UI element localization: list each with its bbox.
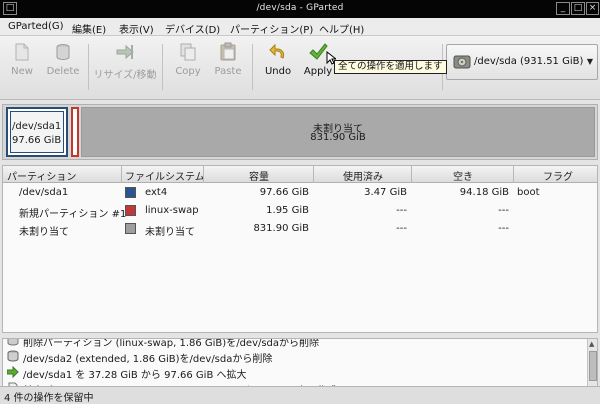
resize-icon xyxy=(7,366,19,378)
menubar: GParted(G) 編集(E) 表示(V) デバイス(D) パーティション(P… xyxy=(0,18,600,36)
resize-label: リサイズ/移動 xyxy=(93,70,157,81)
minimize-button[interactable]: _ xyxy=(556,2,570,15)
cell-unused: 94.18 GiB xyxy=(459,187,509,198)
cell-filesystem: ext4 xyxy=(145,187,168,198)
partition-table: パーティション ファイルシステム 容量 使用済み 空き フラグ /dev/sda… xyxy=(2,165,598,333)
table-row[interactable]: 未割り当て 未割り当て 831.90 GiB --- --- xyxy=(3,220,597,238)
header-used[interactable]: 使用済み xyxy=(343,168,383,183)
operation-text: /dev/sda2 (extended, 1.86 GiB)を/dev/sdaか… xyxy=(23,354,273,365)
header-divider xyxy=(121,166,122,183)
device-selector[interactable]: /dev/sda (931.51 GiB) ▼ xyxy=(446,44,598,80)
menu-partition[interactable]: パーティション(P) xyxy=(230,21,313,36)
menu-device[interactable]: デバイス(D) xyxy=(165,21,220,36)
cell-flags: boot xyxy=(517,187,540,198)
toolbar-separator xyxy=(252,44,253,90)
resize-move-button[interactable]: リサイズ/移動 xyxy=(92,38,158,98)
harddisk-icon xyxy=(453,55,471,69)
cell-used: --- xyxy=(396,223,407,234)
cell-size: 1.95 GiB xyxy=(266,205,309,216)
copy-icon xyxy=(180,43,196,61)
menu-help[interactable]: ヘルプ(H) xyxy=(319,21,364,36)
menu-view[interactable]: 表示(V) xyxy=(119,21,154,36)
maximize-button[interactable]: □ xyxy=(571,2,585,15)
new-button[interactable]: New xyxy=(4,38,40,98)
table-row[interactable]: /dev/sda1 ext4 97.66 GiB 3.47 GiB 94.18 … xyxy=(3,184,597,202)
apply-button[interactable]: Apply xyxy=(298,38,338,98)
filesystem-color-swatch xyxy=(125,205,136,216)
toolbar-separator xyxy=(88,44,89,90)
table-row[interactable]: 新規パーティション #1 linux-swap 1.95 GiB --- --- xyxy=(3,202,597,220)
graph-partition-swap[interactable] xyxy=(71,107,79,157)
delete-icon xyxy=(56,44,70,61)
cell-used: 3.47 GiB xyxy=(364,187,407,198)
menu-gparted[interactable]: GParted(G) xyxy=(8,21,64,32)
header-divider xyxy=(203,166,204,183)
header-unused[interactable]: 空き xyxy=(453,168,473,183)
cell-used: --- xyxy=(396,205,407,216)
new-label: New xyxy=(11,66,33,77)
cell-size: 97.66 GiB xyxy=(259,187,309,198)
filesystem-color-swatch xyxy=(125,223,136,234)
pending-operations-status: 4 件の操作を保留中 xyxy=(4,393,94,404)
delete-icon xyxy=(7,350,19,362)
close-button[interactable]: × xyxy=(586,2,599,15)
gparted-window: GParted(G) 編集(E) 表示(V) デバイス(D) パーティション(P… xyxy=(0,18,600,404)
scrollbar-thumb[interactable] xyxy=(589,351,597,381)
header-filesystem[interactable]: ファイルシステム xyxy=(125,168,205,183)
graph-unallocated-size: 831.90 GiB xyxy=(310,132,366,143)
status-bar: 4 件の操作を保留中 xyxy=(0,386,600,404)
header-divider xyxy=(411,166,412,183)
device-label: /dev/sda (931.51 GiB) xyxy=(474,56,584,67)
checkmark-icon xyxy=(309,43,328,60)
header-flags[interactable]: フラグ xyxy=(543,168,573,183)
toolbar-separator xyxy=(162,44,163,90)
filesystem-color-swatch xyxy=(125,187,136,198)
header-partition[interactable]: パーティション xyxy=(7,168,76,183)
delete-button[interactable]: Delete xyxy=(43,38,83,98)
operation-text: 削除パーティション (linux-swap, 1.86 GiB)を/dev/sd… xyxy=(23,338,320,349)
cell-filesystem: linux-swap xyxy=(145,205,199,216)
graph-sda1-size: 97.66 GiB xyxy=(12,135,62,146)
cell-partition: 新規パーティション #1 xyxy=(19,209,127,220)
apply-label: Apply xyxy=(303,66,333,77)
operation-text: /dev/sda1 を 37.28 GiB から 97.66 GiB へ拡大 xyxy=(23,370,247,381)
scroll-up-icon[interactable]: ▲ xyxy=(589,340,594,348)
window-title: /dev/sda - GParted xyxy=(256,3,344,13)
apply-tooltip: 全ての操作を適用します xyxy=(334,60,447,74)
copy-label: Copy xyxy=(175,66,201,77)
paste-button[interactable]: Paste xyxy=(208,38,248,98)
cell-filesystem: 未割り当て xyxy=(145,227,195,238)
paste-icon xyxy=(220,42,236,61)
undo-button[interactable]: Undo xyxy=(258,38,298,98)
paste-label: Paste xyxy=(214,66,242,77)
undo-label: Undo xyxy=(264,66,292,77)
header-size[interactable]: 容量 xyxy=(249,168,269,183)
operation-icon xyxy=(7,339,19,346)
new-icon xyxy=(15,43,29,61)
copy-button[interactable]: Copy xyxy=(168,38,208,98)
graph-sda1-name: /dev/sda1 xyxy=(12,121,62,132)
cell-size: 831.90 GiB xyxy=(253,223,309,234)
resize-icon xyxy=(116,44,134,60)
table-header: パーティション ファイルシステム 容量 使用済み 空き フラグ xyxy=(3,166,597,183)
cell-unused: --- xyxy=(498,205,509,216)
cell-unused: --- xyxy=(498,223,509,234)
window-titlebar: □ /dev/sda - GParted _ □ × xyxy=(0,0,600,18)
graph-unallocated[interactable]: 未割り当て 831.90 GiB xyxy=(81,107,595,157)
menu-edit[interactable]: 編集(E) xyxy=(72,21,106,36)
undo-icon xyxy=(269,43,285,59)
delete-label: Delete xyxy=(46,66,80,77)
graph-partition-sda1[interactable]: /dev/sda1 97.66 GiB xyxy=(6,107,68,157)
dropdown-arrow-icon: ▼ xyxy=(586,57,593,66)
cell-partition: 未割り当て xyxy=(19,227,69,238)
header-divider xyxy=(513,166,514,183)
cell-partition: /dev/sda1 xyxy=(19,187,69,198)
graph-partition-sda1-usage xyxy=(10,111,64,153)
header-divider xyxy=(313,166,314,183)
partition-graph: /dev/sda1 97.66 GiB 未割り当て 831.90 GiB xyxy=(2,104,598,160)
toolbar: New Delete リサイズ/移動 Copy Paste Undo Apply… xyxy=(0,36,600,100)
